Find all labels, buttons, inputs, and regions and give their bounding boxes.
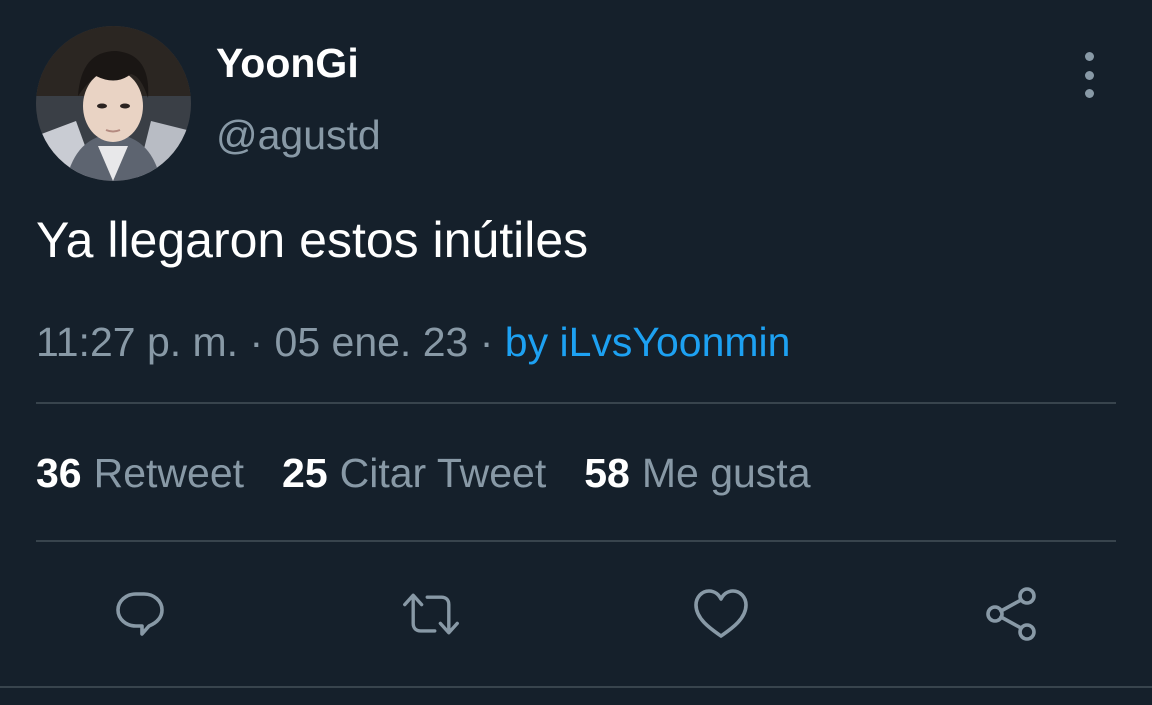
action-bar xyxy=(0,584,1152,644)
tweet-time[interactable]: 11:27 p. m. xyxy=(36,319,238,365)
retweet-icon xyxy=(403,593,459,635)
user-handle[interactable]: @agustd xyxy=(216,110,381,160)
reply-button[interactable] xyxy=(110,584,170,644)
share-button[interactable] xyxy=(981,584,1041,644)
like-button[interactable] xyxy=(691,584,751,644)
heart-icon xyxy=(694,589,748,638)
retweets-stat[interactable]: 36 Retweet xyxy=(36,447,244,499)
more-options-button[interactable] xyxy=(1070,52,1108,98)
quotes-count: 25 xyxy=(282,450,328,496)
retweets-count: 36 xyxy=(36,450,82,496)
more-vertical-icon xyxy=(1084,52,1094,61)
likes-label: Me gusta xyxy=(641,450,811,496)
share-icon xyxy=(986,587,1036,641)
tweet-date[interactable]: 05 ene. 23 xyxy=(275,319,469,365)
divider xyxy=(0,686,1152,688)
more-vertical-icon xyxy=(1084,89,1094,98)
display-name[interactable]: YoonGi xyxy=(216,38,359,88)
retweet-button[interactable] xyxy=(401,584,461,644)
tweet-stats: 36 Retweet 25 Citar Tweet 58 Me gusta xyxy=(36,447,849,499)
likes-stat[interactable]: 58 Me gusta xyxy=(584,447,810,499)
divider xyxy=(36,540,1116,542)
tweet-detail: YoonGi @agustd Ya llegaron estos inútile… xyxy=(0,0,1152,705)
more-vertical-icon xyxy=(1084,70,1094,80)
tweet-meta: 11:27 p. m. · 05 ene. 23 · by iLvsYoonmi… xyxy=(36,316,790,368)
reply-icon xyxy=(116,592,164,636)
meta-separator: · xyxy=(249,319,275,365)
retweets-label: Retweet xyxy=(93,450,245,496)
divider xyxy=(36,402,1116,404)
meta-separator: · xyxy=(479,319,505,365)
likes-count: 58 xyxy=(584,450,630,496)
avatar[interactable] xyxy=(36,26,191,181)
tweet-text: Ya llegaron estos inútiles xyxy=(36,212,589,268)
quotes-stat[interactable]: 25 Citar Tweet xyxy=(282,447,546,499)
quotes-label: Citar Tweet xyxy=(339,450,547,496)
tweet-source-link[interactable]: by iLvsYoonmin xyxy=(505,319,791,365)
